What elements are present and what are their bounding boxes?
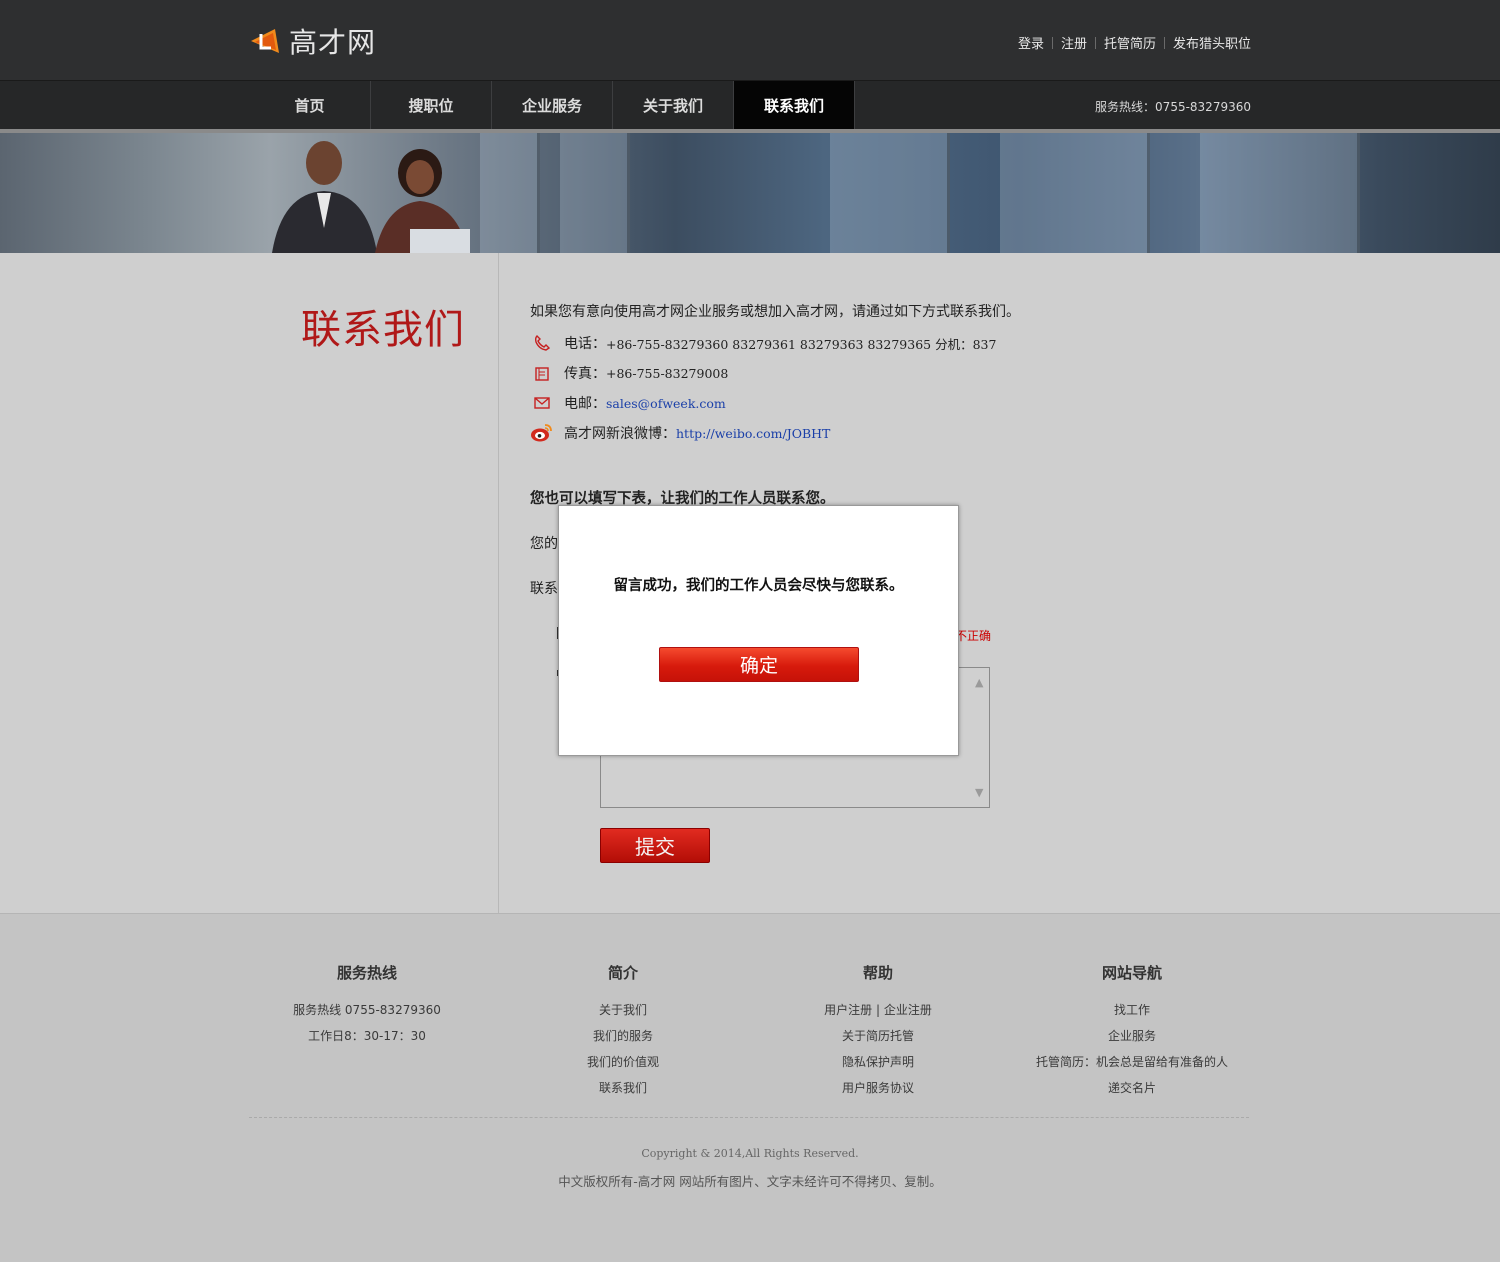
main-nav-bar: 首页 搜职位 企业服务 关于我们 联系我们 服务热线：0755-83279360 [0,80,1500,130]
footer-link[interactable]: 递交名片 [1007,1075,1257,1101]
separator [1163,36,1165,49]
login-link[interactable]: 登录 [1018,33,1044,52]
weibo-icon [530,423,554,443]
textarea-scrollbar[interactable]: ▲ ▼ [972,668,989,807]
logo-mark-icon [251,29,279,53]
footer-col-sitemap: 网站导航 找工作 企业服务 托管简历：机会总是留给有准备的人 递交名片 [1007,962,1257,1101]
nav-home[interactable]: 首页 [249,81,371,130]
rights-text: 中文版权所有-高才网 网站所有图片、文字未经许可不得拷贝、复制。 [558,1174,942,1189]
footer-link[interactable]: 企业服务 [1007,1023,1257,1049]
banner-window-pane [1000,133,1150,253]
separator [1094,36,1096,49]
footer-link[interactable]: 用户服务协议 [753,1075,1003,1101]
page-title: 联系我们 [301,307,465,353]
vertical-divider [498,253,499,913]
top-links: 登录 注册 托管简历 发布猎头职位 [1018,33,1251,52]
separator [1051,36,1053,49]
footer-link[interactable]: 隐私保护声明 [753,1049,1003,1075]
footer-link[interactable]: 托管简历：机会总是留给有准备的人 [1007,1049,1257,1075]
nav-about-us[interactable]: 关于我们 [613,81,734,130]
footer-link[interactable]: 找工作 [1007,997,1257,1023]
footer-hotline-text: 服务热线 0755-83279360 [293,1003,441,1017]
footer-col-title: 简介 [607,964,638,982]
nav-hotline: 服务热线：0755-83279360 [1095,100,1251,114]
scroll-up-arrow-icon[interactable]: ▲ [975,676,983,689]
form-label-contact: 联系 [530,581,558,597]
phone-value: +86-755-83279360 83279361 83279363 83279… [606,336,997,352]
form-label-name: 您的 [530,536,558,552]
main-nav: 首页 搜职位 企业服务 关于我们 联系我们 [249,81,855,130]
footer-col-title: 服务热线 [336,964,397,982]
nav-enterprise-services[interactable]: 企业服务 [492,81,613,130]
host-resume-link[interactable]: 托管简历 [1104,33,1156,52]
weibo-label: 高才网新浪微博： [564,426,676,442]
phone-label: 电话： [564,336,606,352]
phone-row: 电话： +86-755-83279360 83279361 83279363 8… [530,333,996,353]
phone-icon [530,333,554,353]
footer-link[interactable]: 我们的服务 [498,1023,748,1049]
submit-button[interactable]: 提交 [600,828,710,863]
site-logo[interactable]: 高才网 [249,24,377,59]
copyright-text: Copyright & 2014,All Rights Reserved. [641,1147,859,1160]
scroll-down-arrow-icon[interactable]: ▼ [975,786,983,799]
site-footer: 服务热线 服务热线 0755-83279360 工作日8：30-17：30 简介… [0,913,1500,1262]
email-row: 电邮： sales@ofweek.com [530,393,726,413]
businessman-figure [272,141,377,253]
fax-icon [530,363,554,383]
footer-link[interactable]: 关于我们 [498,997,748,1023]
footer-link[interactable]: 我们的价值观 [498,1049,748,1075]
footer-col-intro: 简介 关于我们 我们的服务 我们的价值观 联系我们 [498,962,748,1101]
footer-hours-text: 工作日8：30-17：30 [308,1029,426,1043]
footer-link[interactable]: 用户注册 | 企业注册 [753,997,1003,1023]
post-headhunter-job-link[interactable]: 发布猎头职位 [1173,33,1251,52]
footer-col-help: 帮助 用户注册 | 企业注册 关于简历托管 隐私保护声明 用户服务协议 [753,962,1003,1101]
envelope-icon [530,393,554,413]
fax-label: 传真： [564,366,606,382]
footer-col-title: 网站导航 [1101,964,1162,982]
email-link[interactable]: sales@ofweek.com [606,396,726,411]
footer-link[interactable]: 关于简历托管 [753,1023,1003,1049]
footer-col-title: 帮助 [862,964,893,982]
page-banner-image [0,133,1500,253]
register-link[interactable]: 注册 [1061,33,1087,52]
footer-link[interactable]: 联系我们 [498,1075,748,1101]
logo-text: 高才网 [289,26,377,59]
businesswoman-figure [375,149,470,253]
weibo-row: 高才网新浪微博： http://weibo.com/JOBHT [530,423,830,443]
top-header: 高才网 登录 注册 托管简历 发布猎头职位 [0,0,1500,80]
success-dialog: 留言成功，我们的工作人员会尽快与您联系。 确定 [558,505,959,756]
fax-value: +86-755-83279008 [606,365,729,381]
confirm-button[interactable]: 确定 [659,647,859,682]
validation-error-text: 不正确 [955,629,992,643]
banner-window-pane [560,133,630,253]
fax-row: 传真： +86-755-83279008 [530,363,728,383]
banner-window-pane [480,133,540,253]
weibo-link[interactable]: http://weibo.com/JOBHT [676,426,830,441]
banner-window-pane [830,133,950,253]
nav-search-jobs[interactable]: 搜职位 [371,81,492,130]
intro-text: 如果您有意向使用高才网企业服务或想加入高才网，请通过如下方式联系我们。 [530,304,1020,320]
footer-divider [249,1117,1249,1118]
email-label: 电邮： [564,396,606,412]
dialog-message: 留言成功，我们的工作人员会尽快与您联系。 [613,577,904,594]
nav-contact-us[interactable]: 联系我们 [734,81,855,130]
footer-col-hotline: 服务热线 服务热线 0755-83279360 工作日8：30-17：30 [242,962,492,1049]
banner-window-pane [1200,133,1360,253]
